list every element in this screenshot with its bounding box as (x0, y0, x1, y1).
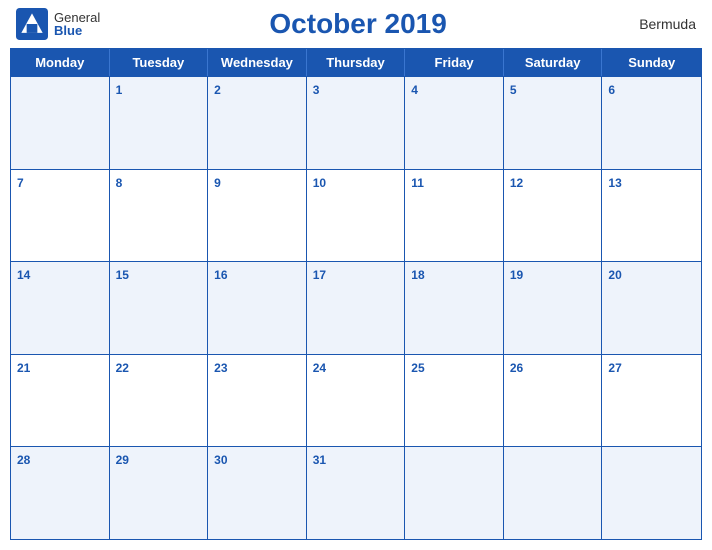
region-label: Bermuda (616, 16, 696, 32)
day-cell-21: 21 (11, 355, 110, 447)
day-cell-empty (11, 77, 110, 169)
header-saturday: Saturday (504, 49, 603, 76)
day-cell-25: 25 (405, 355, 504, 447)
week-row-5: 28 29 30 31 (11, 446, 701, 539)
day-cell-2: 2 (208, 77, 307, 169)
day-headers: Monday Tuesday Wednesday Thursday Friday… (11, 49, 701, 76)
top-header: General Blue October 2019 Bermuda (0, 0, 712, 44)
header-sunday: Sunday (602, 49, 701, 76)
header-tuesday: Tuesday (110, 49, 209, 76)
calendar-grid: Monday Tuesday Wednesday Thursday Friday… (10, 48, 702, 540)
week-row-4: 21 22 23 24 25 26 27 (11, 354, 701, 447)
day-cell-6: 6 (602, 77, 701, 169)
day-cell-30: 30 (208, 447, 307, 539)
day-cell-24: 24 (307, 355, 406, 447)
header-friday: Friday (405, 49, 504, 76)
logo-text: General Blue (54, 11, 100, 37)
header-wednesday: Wednesday (208, 49, 307, 76)
day-cell-5: 5 (504, 77, 603, 169)
day-cell-4: 4 (405, 77, 504, 169)
week-row-3: 14 15 16 17 18 19 20 (11, 261, 701, 354)
day-cell-10: 10 (307, 170, 406, 262)
day-cell-17: 17 (307, 262, 406, 354)
day-cell-23: 23 (208, 355, 307, 447)
week-row-2: 7 8 9 10 11 12 13 (11, 169, 701, 262)
calendar-wrapper: General Blue October 2019 Bermuda Monday… (0, 0, 712, 550)
day-cell-22: 22 (110, 355, 209, 447)
day-cell-7: 7 (11, 170, 110, 262)
generalblue-logo-icon (16, 8, 48, 40)
day-cell-19: 19 (504, 262, 603, 354)
day-cell-empty-3 (504, 447, 603, 539)
week-row-1: 1 2 3 4 5 6 (11, 76, 701, 169)
day-cell-26: 26 (504, 355, 603, 447)
day-cell-empty-2 (405, 447, 504, 539)
day-cell-empty-4 (602, 447, 701, 539)
day-cell-18: 18 (405, 262, 504, 354)
day-cell-14: 14 (11, 262, 110, 354)
day-cell-27: 27 (602, 355, 701, 447)
weeks-container: 1 2 3 4 5 6 7 8 9 10 11 12 13 14 15 16 (11, 76, 701, 539)
day-cell-9: 9 (208, 170, 307, 262)
day-cell-20: 20 (602, 262, 701, 354)
day-cell-1: 1 (110, 77, 209, 169)
header-thursday: Thursday (307, 49, 406, 76)
day-cell-29: 29 (110, 447, 209, 539)
day-cell-16: 16 (208, 262, 307, 354)
logo-area: General Blue (16, 8, 100, 40)
day-cell-11: 11 (405, 170, 504, 262)
day-cell-28: 28 (11, 447, 110, 539)
day-cell-3: 3 (307, 77, 406, 169)
calendar-title: October 2019 (100, 8, 616, 40)
day-cell-13: 13 (602, 170, 701, 262)
day-cell-15: 15 (110, 262, 209, 354)
day-cell-31: 31 (307, 447, 406, 539)
day-cell-12: 12 (504, 170, 603, 262)
header-monday: Monday (11, 49, 110, 76)
logo-blue-label: Blue (54, 24, 100, 37)
day-cell-8: 8 (110, 170, 209, 262)
